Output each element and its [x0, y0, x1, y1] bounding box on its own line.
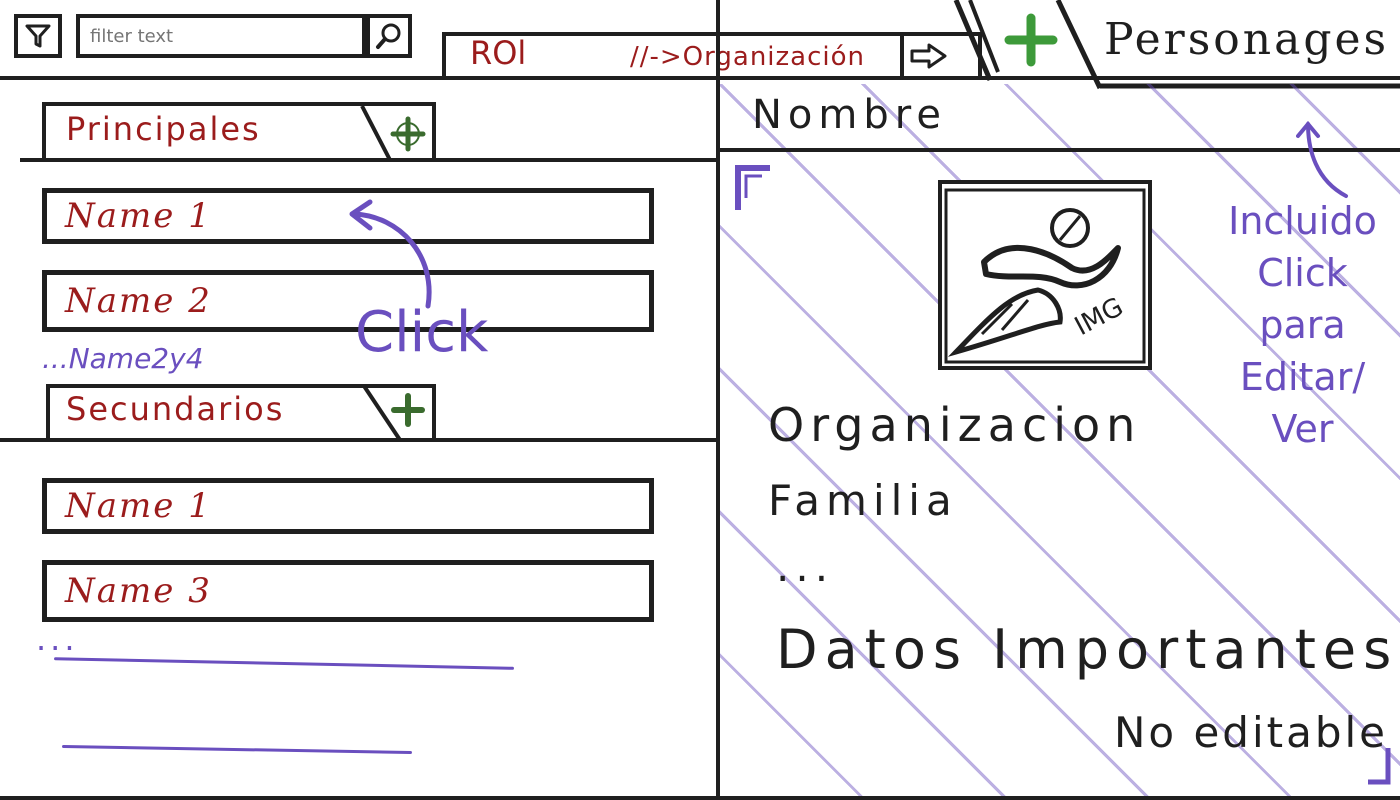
section-title-principales: Principales — [66, 110, 261, 148]
add-secundario-button[interactable] — [386, 388, 430, 432]
filter-icon — [25, 24, 51, 48]
section-underline — [20, 158, 720, 162]
character-name-title[interactable]: Nombre — [752, 92, 947, 138]
edit-view-annotation: Incluido Click para Editar/ Ver — [1205, 195, 1400, 455]
rol-label: ROl — [470, 34, 527, 72]
search-icon — [376, 23, 401, 49]
no-editable-label: No editable — [1114, 708, 1389, 757]
plus-icon — [1004, 13, 1058, 67]
field-organizacion: Organizacion — [768, 398, 1142, 452]
plus-icon — [390, 116, 426, 152]
page-bottom-border — [0, 796, 1400, 800]
corner-marker-top-left — [735, 165, 770, 210]
character-image[interactable]: IMG — [938, 180, 1152, 370]
add-principal-button[interactable] — [386, 112, 430, 156]
list-item[interactable]: Name 3 — [42, 560, 654, 622]
note-line: Ver — [1271, 407, 1334, 451]
field-datos-importantes: Datos Importantes — [776, 618, 1399, 681]
tab-personajes-label: Personages — [1104, 14, 1390, 65]
note-arrow-annotation — [1296, 120, 1348, 198]
click-annotation: Click — [355, 300, 489, 365]
section-underline — [0, 438, 720, 442]
list-item[interactable]: Name 1 — [42, 478, 654, 534]
image-placeholder-icon — [944, 188, 1146, 364]
rol-organizacion-breadcrumb[interactable]: //->Organización — [630, 42, 865, 72]
note-line: para — [1259, 303, 1346, 347]
more-items-text: ... — [36, 620, 79, 658]
placeholder-line — [54, 657, 514, 670]
note-line: Click — [1257, 251, 1348, 295]
more-items-text: ...Name2y4 — [42, 342, 204, 375]
plus-icon — [391, 393, 425, 427]
section-title-secundarios: Secundarios — [66, 390, 285, 428]
note-line: Incluido — [1228, 199, 1377, 243]
search-input[interactable] — [76, 14, 366, 58]
search-button[interactable] — [366, 14, 412, 58]
filter-button[interactable] — [14, 14, 62, 58]
field-more: ... — [776, 542, 835, 591]
placeholder-line — [62, 744, 412, 755]
click-arrow-annotation — [349, 199, 432, 309]
field-familia: Familia — [768, 476, 958, 525]
rol-next-button[interactable] — [900, 36, 954, 76]
note-line: Editar/ — [1239, 355, 1366, 399]
arrow-right-icon — [910, 43, 947, 69]
